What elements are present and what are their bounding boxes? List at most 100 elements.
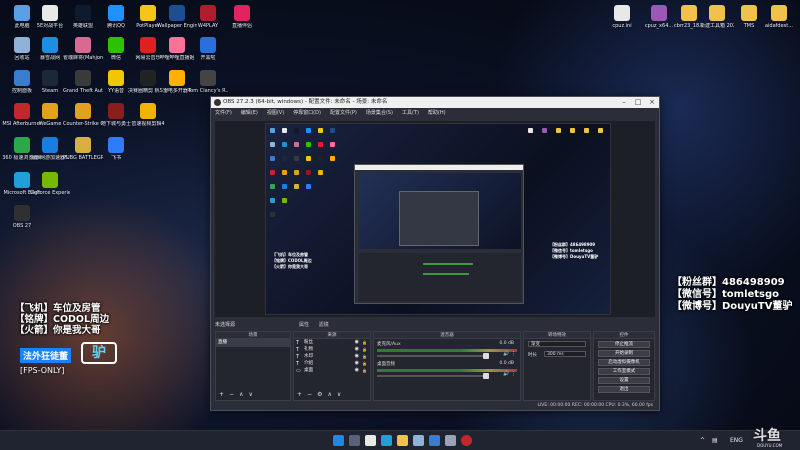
source-name: 水印 bbox=[304, 354, 313, 359]
scene-item[interactable]: 直播 bbox=[216, 339, 290, 347]
app-icon bbox=[234, 5, 250, 21]
visibility-eye-icon[interactable]: ◉ bbox=[355, 346, 359, 353]
language-indicator[interactable]: ENG bbox=[730, 431, 743, 450]
app-icon bbox=[140, 5, 156, 21]
obs-window[interactable]: OBS 27.2.3 (64-bit, windows) - 配置文件: 未命名… bbox=[210, 96, 660, 411]
menu-item[interactable]: 文件(F) bbox=[215, 110, 232, 116]
volume-slider[interactable] bbox=[377, 373, 490, 379]
source-item[interactable]: ▭ 桌面 ◉ 🔒 bbox=[294, 367, 370, 374]
lock-icon[interactable]: 🔒 bbox=[362, 353, 367, 360]
tray-chevron-icon[interactable]: ^ bbox=[700, 431, 705, 450]
desktop-icon[interactable]: 开黑啦 bbox=[188, 37, 228, 61]
speaker-icon[interactable]: 🔊 ⋮ bbox=[503, 351, 516, 357]
lock-icon[interactable]: 🔒 bbox=[362, 346, 367, 353]
remove-icon[interactable]: − bbox=[229, 391, 234, 398]
desktop-icon[interactable]: GeForce Experience bbox=[30, 172, 70, 196]
obs-preview[interactable]: 【飞机】车位及房管 【铭牌】CODOL周边 【火箭】你是我大哥 【粉丝群】486… bbox=[215, 121, 655, 317]
camera-icon[interactable] bbox=[445, 435, 456, 446]
desktop-icon-label: 新建工具箱 2022.01修... bbox=[700, 23, 734, 29]
lock-icon[interactable]: 🔒 bbox=[362, 367, 367, 374]
gear-icon[interactable]: ⚙ bbox=[317, 391, 322, 398]
source-item[interactable]: T 粉丝 ◉ 🔒 bbox=[294, 339, 370, 346]
file-icon bbox=[614, 5, 630, 21]
obs-statusbar: LIVE: 00:00:00 REC: 00:00:00 CPU: 0.3%, … bbox=[211, 401, 659, 410]
transition-duration-row: 时长 300 ms bbox=[524, 349, 590, 361]
menu-item[interactable]: 场景集合(S) bbox=[366, 110, 393, 116]
desktop-icon[interactable]: cpuz_x64... bbox=[642, 5, 676, 29]
maximize-icon[interactable]: □ bbox=[631, 97, 645, 108]
minimize-icon[interactable]: – bbox=[617, 97, 631, 108]
desktop-icon[interactable]: 新建工具箱 2022.01修... bbox=[700, 5, 734, 29]
menu-item[interactable]: 编辑(E) bbox=[241, 110, 258, 116]
slider-handle[interactable] bbox=[483, 373, 490, 379]
transitions-header: 转场特效 bbox=[524, 332, 590, 339]
source-item[interactable]: T 介绍 ◉ 🔒 bbox=[294, 360, 370, 367]
lock-icon[interactable]: 🔒 bbox=[362, 339, 367, 346]
desktop-icon[interactable]: cpuz.ini bbox=[605, 5, 639, 29]
obs-titlebar[interactable]: OBS 27.2.3 (64-bit, windows) - 配置文件: 未命名… bbox=[211, 97, 659, 108]
menu-item[interactable]: 配置文件(P) bbox=[330, 110, 357, 116]
preview-mini-icon bbox=[270, 184, 275, 189]
windows-start-icon[interactable] bbox=[333, 435, 344, 446]
add-icon[interactable]: + bbox=[297, 391, 302, 398]
transition-select[interactable]: 渐变 bbox=[528, 341, 586, 347]
app-icon bbox=[140, 37, 156, 53]
search-icon[interactable] bbox=[349, 435, 360, 446]
filters-tab[interactable]: 滤镜 bbox=[319, 322, 329, 328]
properties-tab[interactable]: 属性 bbox=[299, 322, 309, 328]
move-down-icon[interactable]: ∨ bbox=[337, 391, 341, 398]
menu-item[interactable]: 视图(V) bbox=[267, 110, 284, 116]
speaker-icon[interactable]: 🔊 ⋮ bbox=[503, 371, 516, 377]
desktop-icon[interactable]: 音速视频剪辑4 bbox=[128, 103, 168, 127]
menu-item[interactable]: 帮助(H) bbox=[428, 110, 446, 116]
source-name: 桌面 bbox=[304, 368, 313, 373]
desktop-icon[interactable]: OBS 27 bbox=[2, 205, 42, 229]
menu-item[interactable]: 工具(T) bbox=[402, 110, 419, 116]
duration-input[interactable]: 300 ms bbox=[544, 351, 586, 357]
desktop-icon[interactable]: Tom Clancy's R... bbox=[188, 70, 228, 94]
preview-mini-icon bbox=[318, 128, 323, 133]
desktop-icon[interactable]: TMS bbox=[732, 5, 766, 29]
preview-mini-icon bbox=[270, 170, 275, 175]
preview-mini-icon bbox=[330, 156, 335, 161]
preview-mini-icon bbox=[282, 170, 287, 175]
move-down-icon[interactable]: ∨ bbox=[248, 391, 252, 398]
network-icon[interactable]: ▤ bbox=[712, 431, 718, 450]
file-explorer-icon[interactable] bbox=[397, 435, 408, 446]
add-icon[interactable]: + bbox=[219, 391, 224, 398]
visibility-eye-icon[interactable]: ◉ bbox=[355, 367, 359, 374]
source-item[interactable]: T 水印 ◉ 🔒 bbox=[294, 353, 370, 360]
close-icon[interactable]: × bbox=[645, 97, 659, 108]
move-up-icon[interactable]: ∧ bbox=[239, 391, 243, 398]
visibility-eye-icon[interactable]: ◉ bbox=[355, 360, 359, 367]
app-icon bbox=[108, 70, 124, 86]
desktop-icon[interactable]: 直播伴侣 bbox=[222, 5, 262, 29]
visibility-eye-icon[interactable]: ◉ bbox=[355, 339, 359, 346]
edge-icon[interactable] bbox=[381, 435, 392, 446]
volume-slider[interactable] bbox=[377, 353, 490, 359]
remove-icon[interactable]: − bbox=[307, 391, 312, 398]
desktop-icon[interactable]: aidafdest... bbox=[762, 5, 796, 29]
desktop-icon[interactable]: 飞书 bbox=[96, 137, 136, 161]
control-button[interactable]: 退出 bbox=[598, 386, 650, 393]
control-button[interactable]: 设置 bbox=[598, 377, 650, 384]
source-item[interactable]: T 礼物 ◉ 🔒 bbox=[294, 346, 370, 353]
display-capture-icon: ▭ bbox=[296, 368, 301, 374]
chrome-icon[interactable] bbox=[365, 435, 376, 446]
app-icon bbox=[169, 5, 185, 21]
control-button[interactable]: 停止推流 bbox=[598, 341, 650, 348]
obs-icon[interactable] bbox=[461, 435, 472, 446]
menu-item[interactable]: 停靠窗口(D) bbox=[293, 110, 321, 116]
move-up-icon[interactable]: ∧ bbox=[327, 391, 331, 398]
control-button[interactable]: 启动虚拟摄像机 bbox=[598, 359, 650, 366]
scenes-toolbar: + − ∧ ∨ bbox=[219, 391, 258, 398]
visibility-eye-icon[interactable]: ◉ bbox=[355, 353, 359, 360]
volume-meter bbox=[377, 349, 517, 352]
preview-overlay-text: 【火箭】你是我大哥 bbox=[272, 264, 308, 269]
mail-icon[interactable] bbox=[429, 435, 440, 446]
preview-mini-icon bbox=[556, 128, 561, 133]
store-icon[interactable] bbox=[413, 435, 424, 446]
control-button[interactable]: 开始录制 bbox=[598, 350, 650, 357]
control-button[interactable]: 工作室模式 bbox=[598, 368, 650, 375]
lock-icon[interactable]: 🔒 bbox=[362, 360, 367, 367]
